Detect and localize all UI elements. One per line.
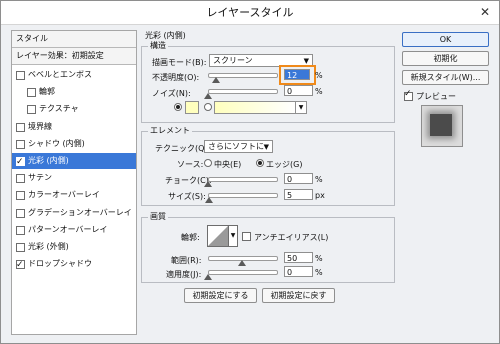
highlight-box (279, 65, 316, 85)
effect-label: ドロップシャドウ (28, 259, 92, 269)
source-center-label: 中央(E) (214, 160, 242, 169)
range-label: 範囲(R): (171, 256, 202, 265)
title-bar: レイヤースタイル ✕ (1, 1, 499, 25)
effect-checkbox[interactable] (16, 71, 25, 80)
styles-header[interactable]: スタイル (12, 31, 136, 48)
blend-mode-label: 描画モード(B): (152, 58, 207, 67)
preview-thumbnail (421, 105, 463, 147)
effect-label: シャドウ (内側) (28, 138, 85, 148)
effect-item[interactable]: 光彩 (内側) (12, 153, 136, 170)
effect-item[interactable]: グラデーションオーバーレイ (12, 205, 136, 221)
effect-label: 光彩 (外側) (28, 242, 69, 251)
contour-dropdown-icon[interactable]: ▼ (228, 225, 238, 247)
range-slider-thumb[interactable] (238, 260, 246, 266)
effect-label: グラデーションオーバーレイ (28, 207, 132, 217)
close-icon[interactable]: ✕ (479, 1, 491, 24)
effect-label: 輪郭 (39, 87, 55, 97)
effect-label: パターンオーバーレイ (28, 224, 108, 234)
noise-slider-thumb[interactable] (204, 93, 212, 99)
new-style-button[interactable]: 新規スタイル(W)... (402, 70, 489, 85)
size-label: サイズ(S): (168, 192, 206, 201)
range-input[interactable]: 50 (284, 252, 313, 263)
effect-item[interactable]: ベベルとエンボス (12, 67, 136, 83)
blending-default-item[interactable]: レイヤー効果：初期設定 (12, 48, 136, 65)
source-label: ソース: (177, 160, 204, 169)
jitter-slider[interactable] (208, 270, 278, 275)
preview-shape (430, 114, 452, 136)
ok-button[interactable]: OK (402, 32, 489, 47)
effect-item[interactable]: シャドウ (内側) (12, 136, 136, 152)
effect-checkbox[interactable] (16, 243, 25, 252)
effect-label: サテン (28, 173, 52, 183)
preview-checkbox[interactable] (404, 89, 413, 101)
effect-item[interactable]: 輪郭 (12, 84, 136, 100)
reset-button[interactable]: 初期化 (402, 51, 489, 66)
effect-checkbox[interactable] (16, 154, 25, 170)
source-center-radio[interactable] (204, 159, 212, 167)
reset-to-default-button[interactable]: 初期設定に戻す (262, 288, 335, 303)
contour-preview[interactable] (207, 225, 229, 247)
antialias-checkbox[interactable] (242, 232, 251, 241)
gradient-preview[interactable] (214, 101, 296, 114)
effect-label: カラーオーバーレイ (28, 190, 100, 200)
technique-label: テクニック(Q): (155, 144, 211, 153)
chevron-down-icon: ▼ (263, 143, 269, 151)
gradient-dropdown-icon[interactable]: ▼ (295, 101, 307, 114)
effect-item[interactable]: カラーオーバーレイ (12, 187, 136, 203)
effect-label: 境界線 (28, 121, 52, 131)
effect-item[interactable]: ドロップシャドウ (12, 256, 136, 273)
window-title: レイヤースタイル (206, 6, 294, 19)
antialias-label: アンチエイリアス(L) (254, 233, 329, 242)
source-edge-label: エッジ(G) (266, 160, 303, 169)
size-input[interactable]: 5 (284, 189, 313, 200)
noise-slider[interactable] (208, 89, 278, 94)
source-edge-radio[interactable] (256, 159, 264, 167)
size-slider-thumb[interactable] (205, 197, 214, 203)
style-list: スタイル レイヤー効果：初期設定 ベベルとエンボス輪郭テクスチャ境界線シャドウ … (11, 30, 137, 335)
opacity-label: 不透明度(O): (152, 73, 200, 82)
structure-title: 構造 (148, 41, 168, 51)
effect-checkbox[interactable] (16, 174, 25, 184)
elements-title: エレメント (148, 126, 192, 136)
effect-item[interactable]: 光彩 (外側) (12, 239, 136, 255)
effect-checkbox[interactable] (16, 208, 25, 218)
quality-title: 画質 (148, 212, 168, 222)
noise-input[interactable]: 0 (284, 85, 313, 96)
choke-input[interactable]: 0 (284, 173, 313, 184)
jitter-slider-thumb[interactable] (204, 274, 212, 280)
noise-label: ノイズ(N): (152, 89, 191, 98)
color-radio[interactable] (174, 103, 182, 111)
jitter-input[interactable]: 0 (284, 266, 313, 277)
effect-item[interactable]: 境界線 (12, 119, 136, 135)
effect-checkbox[interactable] (27, 105, 36, 115)
technique-select[interactable]: さらにソフトに ▼ (204, 140, 273, 153)
choke-slider-thumb[interactable] (204, 181, 212, 187)
jitter-label: 適用度(J): (166, 270, 202, 279)
choke-slider[interactable] (208, 177, 278, 182)
effect-checkbox[interactable] (16, 122, 25, 132)
contour-curve-icon (208, 226, 228, 246)
effect-label: テクスチャ (39, 104, 79, 114)
glow-color-swatch[interactable] (185, 101, 199, 114)
preview-label: プレビュー (416, 92, 456, 101)
effect-checkbox[interactable] (27, 88, 36, 98)
section-title: 光彩 (内側) (145, 31, 186, 40)
effect-label: 光彩 (内側) (28, 156, 69, 165)
effect-checkbox[interactable] (16, 257, 25, 273)
opacity-slider-thumb[interactable] (212, 77, 221, 83)
effect-item[interactable]: テクスチャ (12, 101, 136, 117)
gradient-radio[interactable] (204, 103, 212, 111)
effect-checkbox[interactable] (16, 139, 25, 149)
size-slider[interactable] (208, 193, 278, 198)
make-default-button[interactable]: 初期設定にする (184, 288, 257, 303)
effect-label: ベベルとエンボス (28, 70, 92, 79)
contour-label: 輪郭: (181, 233, 200, 242)
effect-checkbox[interactable] (16, 225, 25, 235)
effect-checkbox[interactable] (16, 191, 25, 201)
effect-item[interactable]: パターンオーバーレイ (12, 222, 136, 238)
effect-item[interactable]: サテン (12, 170, 136, 186)
layer-style-dialog: レイヤースタイル ✕ スタイル レイヤー効果：初期設定 ベベルとエンボス輪郭テク… (0, 0, 500, 344)
